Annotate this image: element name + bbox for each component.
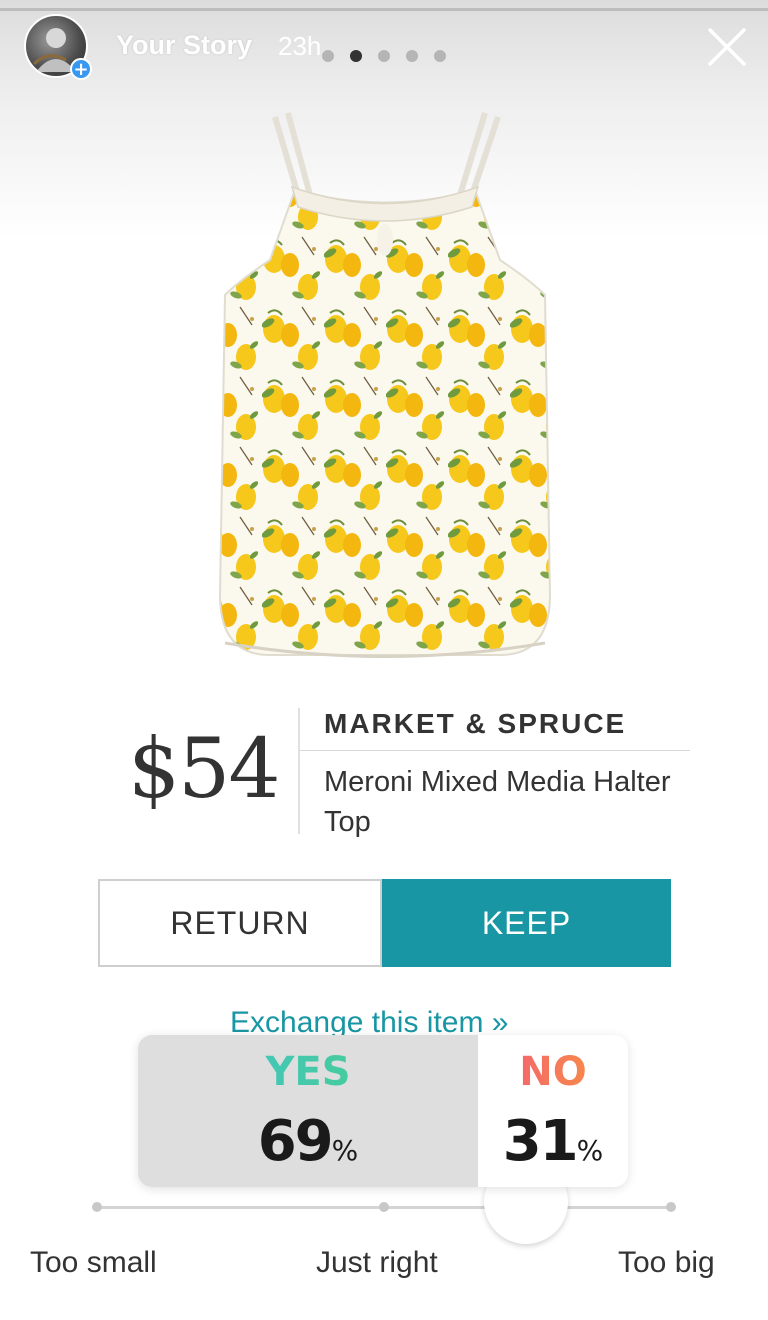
return-button[interactable]: RETURN (98, 879, 382, 967)
brand-divider (300, 750, 690, 751)
price-divider (298, 708, 300, 834)
carousel-dot (434, 50, 446, 62)
poll-option-yes[interactable]: YES 69% (138, 1035, 478, 1187)
product-brand: MARKET & SPRUCE (324, 708, 627, 739)
poll-yes-percent-sign: % (331, 1134, 359, 1167)
carousel-dot (406, 50, 418, 62)
slider-tick-left (92, 1202, 102, 1212)
poll-yes-value: 69 (257, 1109, 334, 1174)
close-icon (708, 28, 746, 66)
product-price: $54 (128, 722, 281, 817)
slider-label-too-small: Too small (30, 1246, 157, 1279)
close-button[interactable] (706, 26, 748, 68)
poll-no-percent-sign: % (576, 1134, 604, 1167)
story-progress-bar (0, 8, 768, 11)
carousel-dot (378, 50, 390, 62)
poll-no-label: NO (478, 1049, 628, 1095)
story-timestamp: 23h (278, 31, 322, 61)
poll-no-result: 31% (478, 1109, 628, 1174)
product-image-halter-top (218, 112, 552, 658)
product-name: Meroni Mixed Media Halter Top (324, 766, 671, 838)
slider-tick-right (666, 1202, 676, 1212)
keep-button[interactable]: KEEP (382, 879, 671, 967)
poll-no-value: 31 (502, 1109, 579, 1174)
carousel-dots (322, 50, 446, 62)
carousel-dot (322, 50, 334, 62)
slider-tick-middle (379, 1202, 389, 1212)
add-story-plus-icon[interactable]: + (70, 58, 92, 80)
slider-label-too-big: Too big (618, 1246, 715, 1279)
poll-option-no[interactable]: NO 31% (478, 1035, 628, 1187)
slider-label-just-right: Just right (316, 1246, 438, 1279)
poll-yes-label: YES (138, 1049, 478, 1095)
story-username[interactable]: Your Story (116, 30, 252, 61)
carousel-dot-active (350, 50, 362, 62)
poll-yes-result: 69% (138, 1109, 478, 1174)
poll-sticker[interactable]: YES 69% NO 31% (138, 1035, 628, 1187)
